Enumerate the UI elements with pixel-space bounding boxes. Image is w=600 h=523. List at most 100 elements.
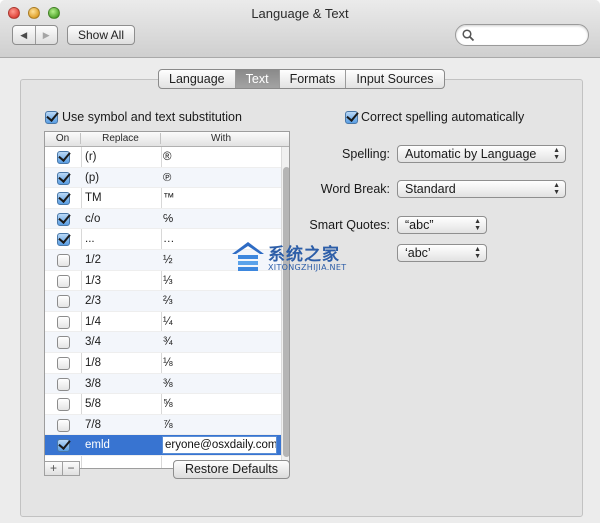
table-row[interactable]: 1/8 ⅛ — [45, 353, 281, 374]
with-cell[interactable]: ⅞ — [163, 419, 173, 431]
correct-spelling-checkbox[interactable] — [345, 111, 358, 124]
remove-row-button[interactable]: − — [62, 462, 79, 475]
preferences-window: Language & Text ◀ ▶ Show All Language Te… — [0, 0, 600, 523]
replace-cell[interactable]: 1/3 — [85, 275, 101, 287]
double-quotes-value: “abc” — [405, 218, 434, 232]
content-area: Language Text Formats Input Sources Use … — [0, 58, 600, 523]
replace-cell[interactable]: c/o — [85, 213, 100, 225]
word-break-popup[interactable]: Standard ▲ ▼ — [397, 180, 566, 198]
replace-cell[interactable]: 5/8 — [85, 398, 101, 410]
use-substitution-checkbox[interactable] — [45, 111, 58, 124]
back-forward-group: ◀ ▶ — [12, 25, 58, 45]
row-enabled-checkbox[interactable] — [57, 295, 70, 309]
chevron-left-icon: ◀ — [20, 29, 28, 40]
column-header-replace[interactable]: Replace — [81, 133, 161, 144]
table-row[interactable]: 5/8 ⅝ — [45, 394, 281, 415]
add-remove-group: + − — [44, 461, 80, 476]
table-row[interactable]: 7/8 ⅞ — [45, 414, 281, 436]
table-row[interactable]: 3/8 ⅜ — [45, 373, 281, 395]
column-header-on[interactable]: On — [45, 133, 81, 144]
table-header: On Replace With — [45, 132, 289, 147]
table-row[interactable]: 3/4 ¾ — [45, 332, 281, 353]
row-enabled-checkbox[interactable] — [57, 274, 70, 288]
replace-cell[interactable]: (r) — [85, 151, 97, 163]
with-cell[interactable]: ¾ — [163, 336, 173, 348]
tab-text[interactable]: Text — [234, 70, 279, 88]
single-quotes-popup[interactable]: ‘abc’ ▲ ▼ — [397, 244, 487, 262]
use-substitution-label: Use symbol and text substitution — [62, 110, 242, 124]
with-edit-field[interactable]: eryone@osxdaily.com — [162, 436, 277, 455]
row-enabled-checkbox[interactable] — [57, 336, 70, 350]
row-enabled-checkbox[interactable] — [57, 418, 70, 432]
table-row[interactable]: emld eryone@osxdaily.com — [45, 435, 281, 456]
double-quotes-popup[interactable]: “abc” ▲ ▼ — [397, 216, 487, 234]
with-cell[interactable]: ½ — [163, 254, 173, 266]
row-enabled-checkbox[interactable] — [57, 356, 70, 370]
replace-cell[interactable]: 3/8 — [85, 378, 101, 390]
replace-cell[interactable]: (p) — [85, 172, 99, 184]
with-cell[interactable]: ™ — [163, 192, 175, 204]
replace-cell[interactable]: 2/3 — [85, 295, 101, 307]
with-cell[interactable]: ⅔ — [163, 295, 173, 307]
with-cell[interactable]: ⅛ — [163, 357, 173, 369]
table-scrollbar[interactable] — [281, 147, 289, 468]
spelling-label: Spelling: — [342, 147, 390, 161]
replace-cell[interactable]: 1/8 — [85, 357, 101, 369]
correct-spelling-label: Correct spelling automatically — [361, 110, 525, 124]
row-enabled-checkbox[interactable] — [57, 439, 70, 453]
popup-arrows-icon: ▲ ▼ — [474, 246, 481, 260]
table-row[interactable]: TM ™ — [45, 188, 281, 209]
replace-cell[interactable]: 3/4 — [85, 336, 101, 348]
with-cell[interactable]: ® — [163, 151, 171, 163]
back-button[interactable]: ◀ — [13, 26, 35, 44]
table-row[interactable]: (p) ℗ — [45, 167, 281, 189]
table-row[interactable]: 2/3 ⅔ — [45, 291, 281, 312]
house-logo-icon — [232, 242, 264, 271]
replace-cell[interactable]: emld — [85, 439, 110, 451]
tab-formats[interactable]: Formats — [278, 70, 346, 88]
watermark-subtitle: XITONGZHIJIA.NET — [268, 263, 347, 272]
row-enabled-checkbox[interactable] — [57, 398, 70, 412]
with-cell[interactable]: ⅝ — [163, 398, 173, 410]
with-cell[interactable]: ¼ — [163, 316, 173, 328]
word-break-value: Standard — [405, 182, 456, 196]
tab-input-sources[interactable]: Input Sources — [345, 70, 443, 88]
row-enabled-checkbox[interactable] — [57, 192, 70, 206]
row-enabled-checkbox[interactable] — [57, 315, 70, 329]
row-enabled-checkbox[interactable] — [57, 171, 70, 185]
column-header-with[interactable]: With — [161, 133, 281, 144]
replace-cell[interactable]: ... — [85, 233, 95, 245]
smart-quotes-label: Smart Quotes: — [309, 218, 390, 232]
restore-defaults-button[interactable]: Restore Defaults — [173, 460, 290, 479]
table-row[interactable]: c/o ℅ — [45, 208, 281, 230]
table-rows: (r) ® (p) ℗ TM ™ c/o ℅... … 1/2 ½ 1/3 ⅓ 2/3 ⅔ 1/4 ¼ 3/4 ¾ 1… — [45, 147, 281, 456]
row-enabled-checkbox[interactable] — [57, 233, 70, 247]
single-quotes-value: ‘abc’ — [405, 246, 431, 260]
replace-cell[interactable]: 1/4 — [85, 316, 101, 328]
spelling-popup[interactable]: Automatic by Language ▲ ▼ — [397, 145, 566, 163]
table-row[interactable]: 1/4 ¼ — [45, 312, 281, 333]
search-field[interactable] — [455, 24, 589, 46]
title-bar: Language & Text ◀ ▶ Show All — [0, 0, 600, 58]
replace-cell[interactable]: 7/8 — [85, 419, 101, 431]
spelling-value: Automatic by Language — [405, 147, 537, 161]
with-cell[interactable]: ℅ — [163, 213, 173, 225]
add-row-button[interactable]: + — [45, 462, 62, 475]
scrollbar-thumb[interactable] — [283, 167, 289, 457]
table-row[interactable]: (r) ® — [45, 147, 281, 168]
forward-button[interactable]: ▶ — [34, 26, 58, 44]
row-enabled-checkbox[interactable] — [57, 151, 70, 164]
word-break-label: Word Break: — [320, 182, 390, 196]
with-cell[interactable]: … — [163, 233, 175, 245]
replace-cell[interactable]: 1/2 — [85, 254, 101, 266]
row-enabled-checkbox[interactable] — [57, 253, 70, 267]
chevron-right-icon: ▶ — [42, 29, 50, 40]
row-enabled-checkbox[interactable] — [57, 212, 70, 226]
row-enabled-checkbox[interactable] — [57, 377, 70, 391]
show-all-button[interactable]: Show All — [67, 25, 135, 45]
with-cell[interactable]: ⅓ — [163, 275, 173, 287]
with-cell[interactable]: ℗ — [163, 172, 171, 184]
tab-language[interactable]: Language — [159, 70, 235, 88]
replace-cell[interactable]: TM — [85, 192, 102, 204]
with-cell[interactable]: ⅜ — [163, 378, 173, 390]
